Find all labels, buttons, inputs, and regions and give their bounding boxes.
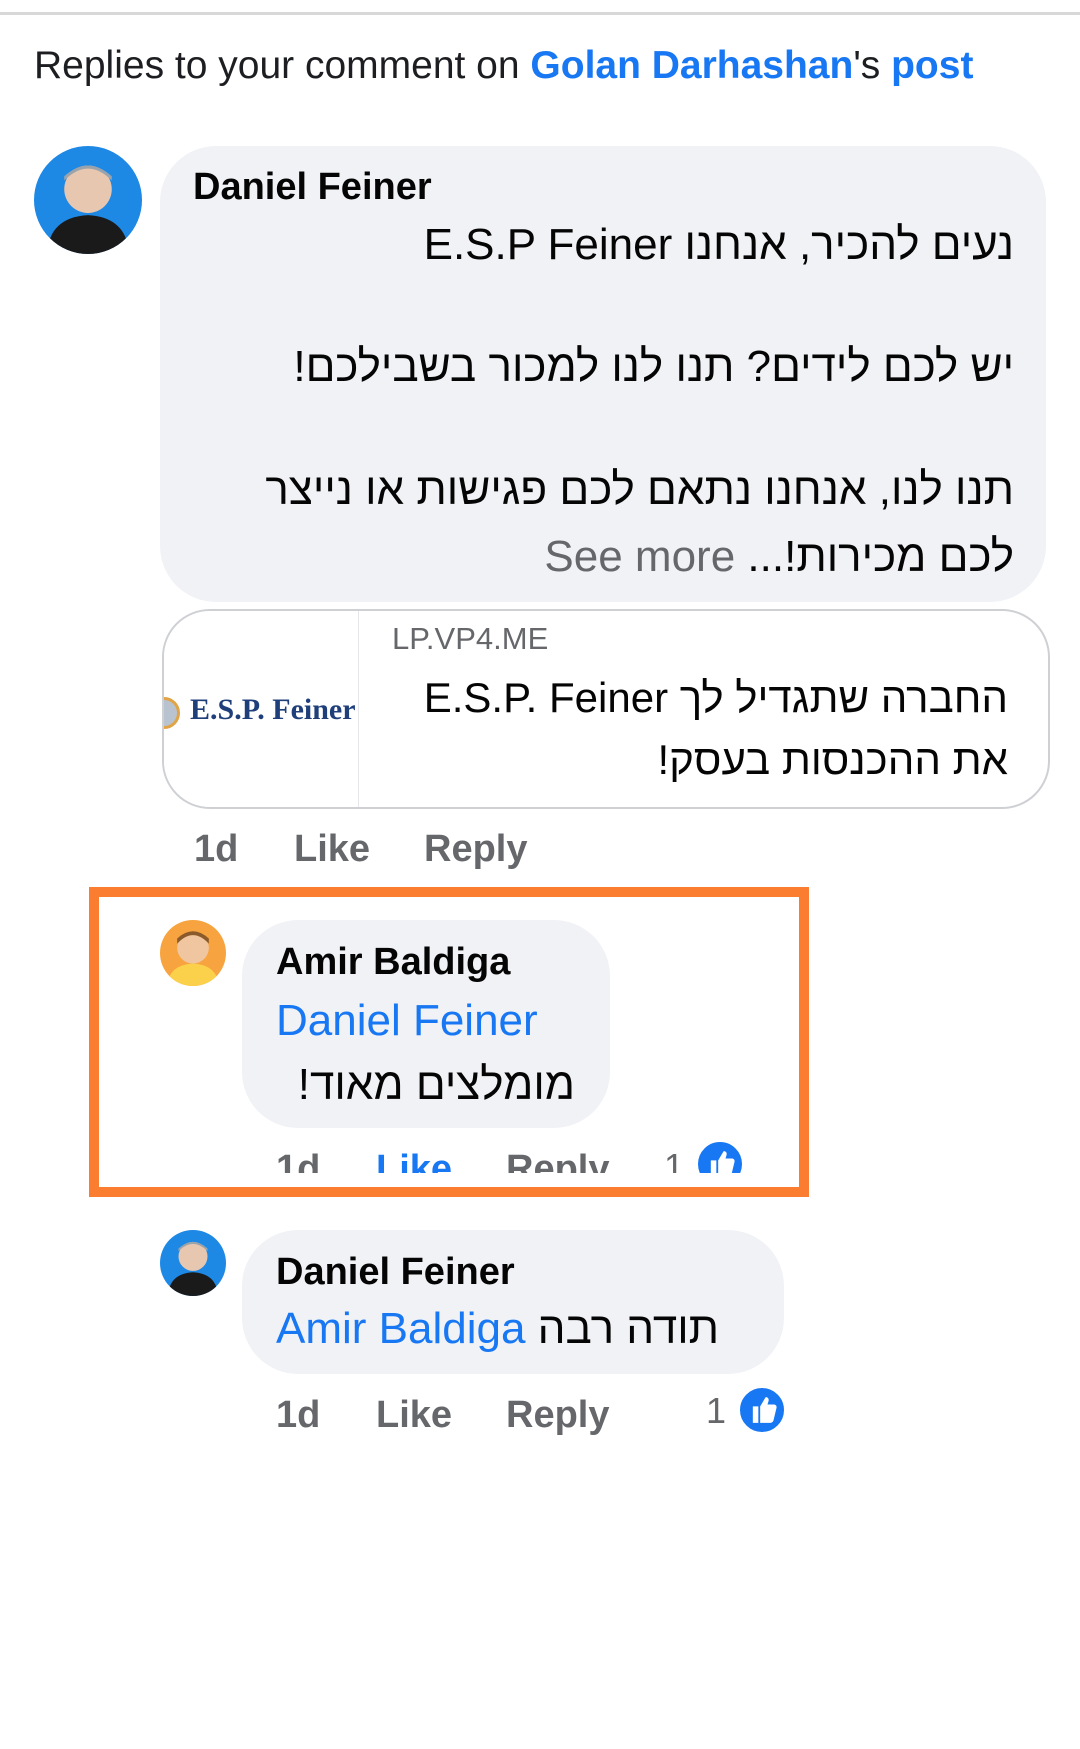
- link-preview-thumbnail: E.S.P. Feiner: [164, 611, 359, 807]
- thumb-logo-mark: [164, 697, 180, 729]
- comment-text-line: יש לכם לידים? תנו לנו למכור בשבילכם!: [293, 342, 1014, 391]
- comment-time: 1d: [276, 1394, 321, 1436]
- reaction-count[interactable]: 1: [706, 1390, 726, 1432]
- mention-link[interactable]: Amir Baldiga: [276, 1304, 525, 1353]
- reply-button[interactable]: Reply: [424, 828, 527, 871]
- reply-button[interactable]: Reply: [506, 1394, 609, 1437]
- like-button[interactable]: Like: [294, 828, 370, 871]
- page-header: Replies to your comment on Golan Darhash…: [34, 44, 973, 88]
- comment-author[interactable]: Daniel Feiner: [193, 166, 432, 209]
- mention-link[interactable]: Daniel Feiner: [276, 996, 538, 1046]
- comment-author[interactable]: Daniel Feiner: [276, 1251, 515, 1294]
- avatar-daniel[interactable]: [160, 1230, 226, 1296]
- like-reaction-icon: [738, 1386, 786, 1434]
- avatar-amir[interactable]: [160, 920, 226, 986]
- avatar-daniel[interactable]: [34, 146, 142, 254]
- comment-text-last: לכם מכירות!...: [747, 532, 1014, 581]
- comment-text: תודה רבה: [537, 1304, 720, 1353]
- comment-text-line: נעים להכיר, אנחנו E.S.P Feiner: [423, 220, 1014, 269]
- header-possessive: 's: [853, 44, 892, 87]
- post-link[interactable]: post: [891, 44, 973, 87]
- thumb-logo-text: E.S.P. Feiner: [190, 693, 356, 726]
- link-preview-title: החברה שתגדיל לך E.S.P. Feiner את ההכנסות…: [423, 674, 1008, 783]
- comment-text-line: לכם מכירות!... See more: [544, 532, 1014, 582]
- comment-text: מומלצים מאוד!: [297, 1060, 575, 1109]
- header-prefix: Replies to your comment on: [34, 44, 531, 87]
- see-more-link[interactable]: See more: [544, 532, 735, 581]
- top-divider: [0, 12, 1080, 15]
- comment-time: 1d: [194, 828, 239, 870]
- like-button[interactable]: Like: [376, 1394, 452, 1437]
- post-author-link[interactable]: Golan Darhashan: [530, 44, 853, 87]
- clip-mask: [99, 1173, 799, 1199]
- link-preview-domain: LP.VP4.ME: [392, 621, 549, 656]
- comment-text-line: תנו לנו, אנחנו נתאם לכם פגישות או נייצר: [265, 465, 1014, 514]
- link-preview-card[interactable]: E.S.P. Feiner LP.VP4.ME החברה שתגדיל לך …: [162, 609, 1050, 809]
- comment-author[interactable]: Amir Baldiga: [276, 941, 510, 984]
- comment-text-row: Amir Baldiga תודה רבה: [276, 1304, 719, 1354]
